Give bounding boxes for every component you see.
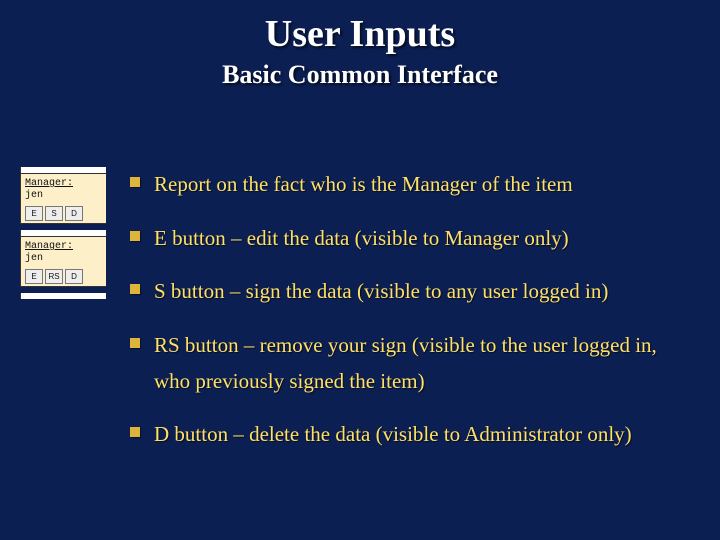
e-button[interactable]: E [25,269,43,284]
d-button[interactable]: D [65,269,83,284]
example-card-1: Manager: jen E S D [20,173,106,224]
slide: User Inputs Basic Common Interface Manag… [0,12,720,540]
list-item: Report on the fact who is the Manager of… [130,167,696,203]
bullet-icon [130,177,140,187]
list-item: S button – sign the data (visible to any… [130,274,696,310]
bullet-icon [130,231,140,241]
example-panel: Manager: jen E S D Manager: jen E RS D [20,167,106,299]
slide-title: User Inputs [0,12,720,56]
s-button[interactable]: S [45,206,63,221]
manager-label: Manager: [25,178,102,190]
bullet-icon [130,284,140,294]
button-row: E RS D [25,269,102,284]
bullet-text: D button – delete the data (visible to A… [154,417,632,453]
example-card-2: Manager: jen E RS D [20,236,106,287]
rs-button[interactable]: RS [45,269,63,284]
e-button[interactable]: E [25,206,43,221]
panel-divider [20,293,106,299]
bullet-list: Report on the fact who is the Manager of… [130,167,696,471]
manager-value: jen [25,253,102,265]
bullet-text: RS button – remove your sign (visible to… [154,328,696,399]
bullet-text: E button – edit the data (visible to Man… [154,221,569,257]
button-row: E S D [25,206,102,221]
bullet-icon [130,338,140,348]
d-button[interactable]: D [65,206,83,221]
list-item: D button – delete the data (visible to A… [130,417,696,453]
manager-label: Manager: [25,241,102,253]
bullet-text: Report on the fact who is the Manager of… [154,167,573,203]
list-item: RS button – remove your sign (visible to… [130,328,696,399]
list-item: E button – edit the data (visible to Man… [130,221,696,257]
manager-value: jen [25,190,102,202]
slide-subtitle: Basic Common Interface [0,60,720,90]
bullet-icon [130,427,140,437]
bullet-text: S button – sign the data (visible to any… [154,274,608,310]
